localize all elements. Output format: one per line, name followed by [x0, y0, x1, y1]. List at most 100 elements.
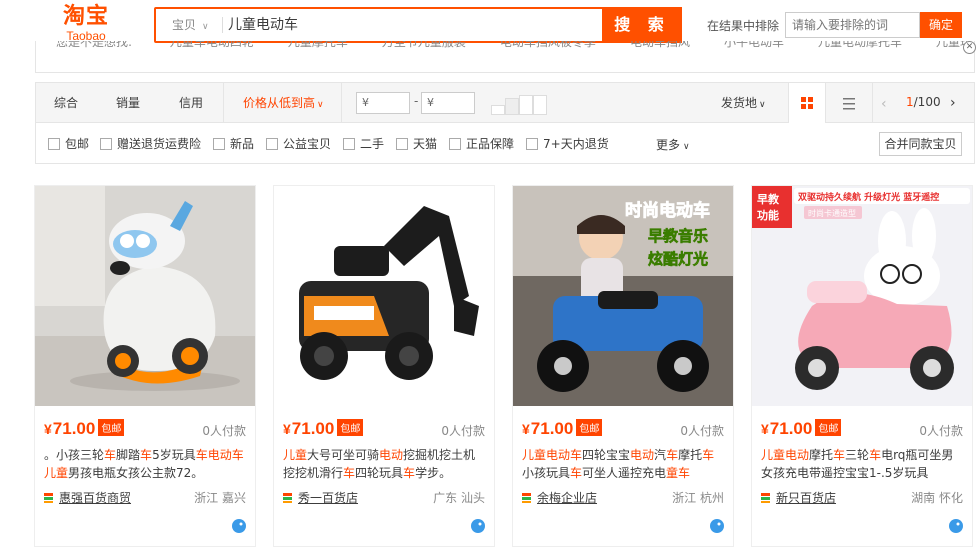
filter-tmall[interactable]: 天猫 [396, 136, 437, 152]
title-text: 大号可坐可骑 [307, 448, 380, 462]
sort-price-label: 价格从低到高 [243, 96, 316, 110]
price-bar [505, 98, 519, 115]
title-keyword: 儿童 [283, 448, 308, 462]
currency-symbol: ¥ [522, 421, 530, 437]
sort-default[interactable]: 综合 [54, 83, 78, 123]
title-keyword: 电动 [379, 448, 404, 462]
shop-link[interactable]: 惠强百货商贸 [44, 489, 131, 506]
checkbox [396, 138, 408, 150]
chat-icon[interactable] [471, 519, 485, 533]
page-total: /100 [913, 95, 941, 109]
title-keyword: 童车 [666, 466, 691, 480]
more-filters[interactable]: 更多 ∨ [656, 136, 690, 153]
product-image[interactable] [35, 186, 255, 406]
title-text: 四轮宝宝 [582, 448, 631, 462]
product-title[interactable]: 儿童大号可坐可骑电动挖掘机挖土机 挖挖机滑行车四轮玩具车学步。 [283, 446, 489, 482]
product-title[interactable]: 。小孩三轮车脚踏车5岁玩具车电动车 儿童男孩电瓶女孩公主款72。 [44, 446, 250, 482]
filter-second-hand[interactable]: 二手 [343, 136, 384, 152]
chat-icon[interactable] [232, 519, 246, 533]
pager-prev-icon[interactable]: ‹ [881, 96, 887, 112]
title-text: 可坐人遥控充电 [582, 466, 667, 480]
product-image[interactable]: 早教 功能 双驱动持久续航 升级灯光 蓝牙遥控 时尚卡通造型 [752, 186, 972, 406]
product-image[interactable]: 时尚电动车 早教音乐 炫酷灯光 [513, 186, 733, 406]
taobao-logo[interactable]: 淘宝 Taobao [55, 4, 117, 43]
suggestion-prefix: 您是不是想找: [56, 41, 133, 49]
filter-genuine[interactable]: 正品保障 [449, 136, 514, 152]
suggestion-item[interactable]: 儿童电动摩托车 [818, 41, 902, 49]
title-text: 小孩玩具 [522, 466, 571, 480]
filter-free-shipping[interactable]: 包邮 [48, 136, 89, 152]
sort-price-asc[interactable]: 价格从低到高 ∨ [243, 83, 324, 123]
free-shipping-badge: 包邮 [337, 419, 364, 436]
price-distribution-bars[interactable] [491, 95, 553, 115]
divider [222, 17, 223, 33]
suggestion-item[interactable]: 万圣节儿童服装 [382, 41, 466, 49]
ship-from-select[interactable]: 发货地 ∨ [721, 83, 766, 123]
divider [825, 83, 826, 123]
product-card[interactable]: ¥71.00 包邮 0人付款 儿童大号可坐可骑电动挖掘机挖土机 挖挖机滑行车四轮玩具… [273, 185, 495, 547]
exclude-confirm-button[interactable]: 确定 [920, 12, 962, 38]
chat-icon[interactable] [710, 519, 724, 533]
shop-icon [44, 493, 53, 503]
filter-7day-return[interactable]: 7+天内退货 [526, 136, 609, 152]
shop-link[interactable]: 秀一百货店 [283, 489, 358, 506]
price-value: 71.00 [530, 419, 574, 438]
product-sales: 0人付款 [919, 424, 963, 438]
grid-view-button[interactable] [789, 83, 825, 123]
more-label: 更多 [656, 138, 681, 152]
divider [872, 83, 873, 123]
search-category-select[interactable]: 宝贝 ∨ [156, 9, 222, 41]
sort-sales[interactable]: 销量 [116, 83, 140, 123]
product-card[interactable]: 早教 功能 双驱动持久续航 升级灯光 蓝牙遥控 时尚卡通造型 ¥71.00 包邮 … [751, 185, 973, 547]
product-price: ¥71.00 包邮 [761, 419, 842, 439]
product-card[interactable]: ¥71.00 包邮 0人付款 。小孩三轮车脚踏车5岁玩具车电动车 儿童男孩电瓶女孩公… [34, 185, 256, 547]
title-text: 5岁玩具 [152, 448, 196, 462]
price-max-input[interactable]: ¥ [421, 92, 475, 114]
search-button[interactable]: 搜 索 [602, 7, 682, 43]
pager-next-icon[interactable]: › [950, 95, 956, 111]
exclude-input[interactable] [785, 12, 920, 38]
title-keyword: 车电动车 [195, 448, 244, 462]
price-value: 71.00 [291, 419, 335, 438]
list-view-icon [843, 98, 855, 110]
filter-charity[interactable]: 公益宝贝 [266, 136, 331, 152]
filter-label: 正品保障 [466, 137, 515, 151]
suggestion-item[interactable]: 小牛电动车 [724, 41, 784, 49]
title-text: 三轮 [845, 448, 870, 462]
list-view-button[interactable] [831, 83, 867, 123]
product-card[interactable]: 时尚电动车 早教音乐 炫酷灯光 ¥71.00 包邮 0人付款 儿童电动车四轮宝宝电… [512, 185, 734, 547]
exclude-label: 在结果中排除 [707, 19, 780, 33]
price-min-input[interactable]: ¥ [356, 92, 410, 114]
image-overlay-text: 早教音乐 [648, 227, 708, 245]
product-title[interactable]: 儿童电动车四轮宝宝电动汽车摩托车 小孩玩具车可坐人遥控充电童车 [522, 446, 728, 482]
shop-link[interactable]: 新只百货店 [761, 489, 836, 506]
suggestion-item[interactable]: 电动车挡风 [630, 41, 690, 49]
shop-link[interactable]: 余梅企业店 [522, 489, 597, 506]
product-title[interactable]: 儿童电动摩托车三轮车电rq瓶可坐男 女孩充电带遥控宝宝1-.5岁玩具 [761, 446, 967, 482]
search-input[interactable]: 儿童电动车 [228, 9, 598, 41]
logo-text-cn: 淘宝 [62, 4, 109, 29]
pink-scooter-image: 早教 功能 双驱动持久续航 升级灯光 蓝牙遥控 时尚卡通造型 [752, 186, 972, 406]
chat-icon[interactable] [949, 519, 963, 533]
filter-new[interactable]: 新品 [213, 136, 254, 152]
title-text: 四轮玩具 [355, 466, 404, 480]
suggestion-item[interactable]: 儿童车电动四轮 [170, 41, 254, 49]
suggestion-list: 您是不是想找: 儿童车电动四轮 儿童摩托车 万圣节儿童服装 电动车挡风被冬季 电动车挡风… [56, 41, 974, 50]
close-icon[interactable]: ✕ [963, 41, 976, 54]
filter-return-insurance[interactable]: 赠送退货运费险 [100, 136, 201, 152]
sort-credit[interactable]: 信用 [179, 83, 203, 123]
title-text: 汽 [654, 448, 667, 462]
filter-panel: 综合 销量 信用 价格从低到高 ∨ ¥ - ¥ 发货地 ∨ ‹ 1/100 › … [35, 82, 975, 164]
shop-icon [522, 493, 531, 503]
suggestion-item[interactable]: 电动车挡风被冬季 [500, 41, 596, 49]
suggestion-item[interactable]: 儿童摩托车 [288, 41, 348, 49]
product-image[interactable] [274, 186, 494, 406]
title-keyword: 车 [403, 466, 416, 480]
chevron-down-icon: ∨ [759, 100, 766, 110]
filter-label: 天猫 [413, 137, 438, 151]
merge-same-items-button[interactable]: 合并同款宝贝 [879, 132, 962, 156]
checkbox [100, 138, 112, 150]
title-text: 挖掘机挖土机 [403, 448, 476, 462]
product-location: 浙江 杭州 [672, 491, 724, 505]
title-keyword: 车 [666, 448, 679, 462]
